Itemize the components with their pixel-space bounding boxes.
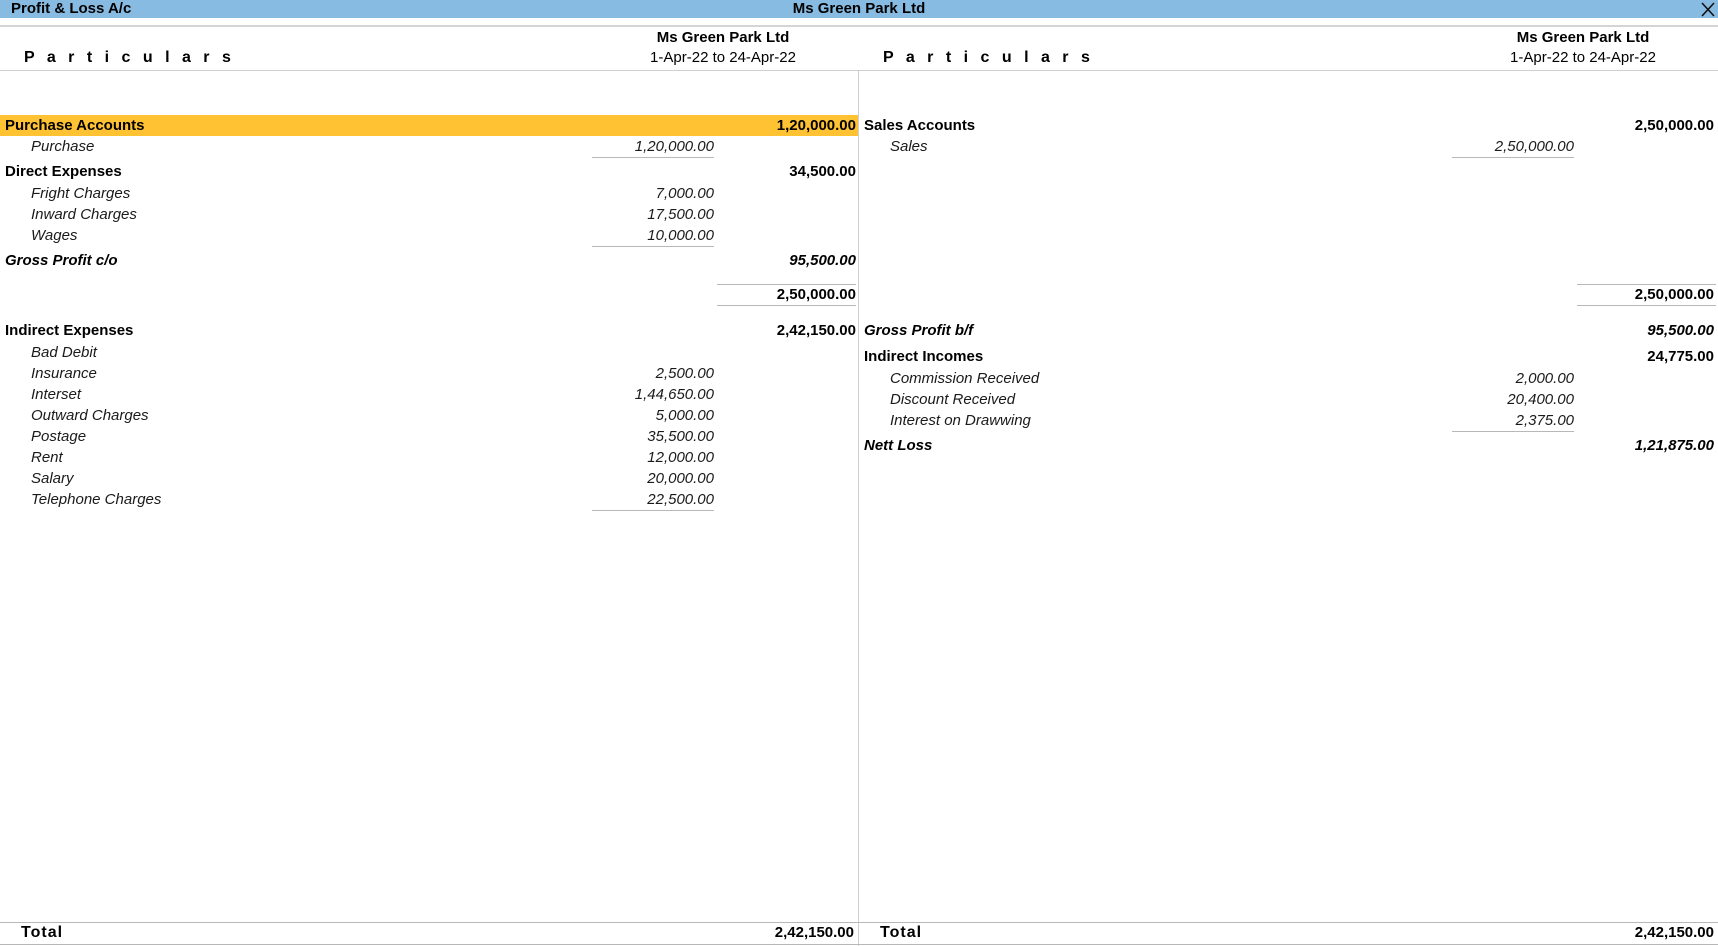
gross-profit-bf-row[interactable]: Gross Profit b/f 95,500.00 xyxy=(859,320,1718,341)
ledger-row[interactable]: Telephone Charges 22,500.00 xyxy=(0,489,858,511)
ledger-amount: 2,500.00 xyxy=(655,365,714,382)
ledger-row[interactable]: Sales 2,50,000.00 xyxy=(859,136,1718,158)
ledger-row[interactable]: Purchase 1,20,000.00 xyxy=(0,136,858,158)
ledger-row[interactable]: Insurance 2,500.00 xyxy=(0,363,858,384)
ledger-row[interactable]: Rent 12,000.00 xyxy=(0,447,858,468)
group-label: Purchase Accounts xyxy=(5,117,145,134)
ledger-amount: 2,375.00 xyxy=(1452,410,1574,432)
ledger-amount: 1,20,000.00 xyxy=(592,136,714,158)
group-row-indirect-expenses[interactable]: Indirect Expenses 2,42,150.00 xyxy=(0,320,858,341)
ledger-label: Wages xyxy=(31,227,78,244)
ledger-label: Bad Debit xyxy=(31,344,97,361)
total-amount-right: 2,42,150.00 xyxy=(1634,924,1714,941)
ledger-amount: 5,000.00 xyxy=(655,407,714,424)
particulars-header-right: P a r t i c u l a r s xyxy=(883,49,1094,66)
group-row-purchase-accounts[interactable]: Purchase Accounts 1,20,000.00 xyxy=(0,115,858,136)
group-row-sales-accounts[interactable]: Sales Accounts 2,50,000.00 xyxy=(859,115,1718,136)
ledger-label: Postage xyxy=(31,428,87,445)
close-icon[interactable] xyxy=(1700,0,1716,18)
group-amount: 2,42,150.00 xyxy=(776,322,856,339)
ledger-label: Commission Received xyxy=(890,370,1040,387)
ledger-label: Discount Received xyxy=(890,391,1016,408)
group-row-direct-expenses[interactable]: Direct Expenses 34,500.00 xyxy=(0,161,858,182)
ledger-amount: 20,400.00 xyxy=(1507,391,1574,408)
nett-loss-row[interactable]: Nett Loss 1,21,875.00 xyxy=(859,435,1718,456)
ledger-amount: 35,500.00 xyxy=(647,428,714,445)
total-amount-left: 2,42,150.00 xyxy=(774,924,854,941)
ledger-row[interactable]: Outward Charges 5,000.00 xyxy=(0,405,858,426)
ledger-amount: 10,000.00 xyxy=(592,225,714,247)
company-header-right: Ms Green Park Ltd xyxy=(1516,29,1650,46)
group-label: Direct Expenses xyxy=(5,163,122,180)
subtotal-row-right: 2,50,000.00 xyxy=(859,284,1718,305)
gross-profit-bf-label: Gross Profit b/f xyxy=(864,322,974,339)
ledger-amount: 2,000.00 xyxy=(1515,370,1574,387)
group-label: Sales Accounts xyxy=(864,117,976,134)
ledger-row[interactable]: Salary 20,000.00 xyxy=(0,468,858,489)
ledger-label: Interest on Drawwing xyxy=(890,412,1031,429)
group-row-indirect-incomes[interactable]: Indirect Incomes 24,775.00 xyxy=(859,346,1718,367)
footer-divider-bottom xyxy=(0,944,1718,945)
gross-profit-co-row[interactable]: Gross Profit c/o 95,500.00 xyxy=(0,250,858,271)
ledger-row[interactable]: Interset 1,44,650.00 xyxy=(0,384,858,405)
group-amount: 2,50,000.00 xyxy=(1634,117,1714,134)
company-title: Ms Green Park Ltd xyxy=(792,0,926,17)
ledger-row[interactable]: Fright Charges 7,000.00 xyxy=(0,183,858,204)
ledger-amount: 12,000.00 xyxy=(647,449,714,466)
ledger-amount: 17,500.00 xyxy=(647,206,714,223)
ledger-label: Sales xyxy=(890,138,928,155)
group-amount: 1,20,000.00 xyxy=(776,117,856,134)
nett-loss-label: Nett Loss xyxy=(864,437,933,454)
subtotal-line-bottom xyxy=(1577,305,1716,306)
period-header-left: 1-Apr-22 to 24-Apr-22 xyxy=(650,49,796,66)
ledger-label: Fright Charges xyxy=(31,185,131,202)
ledger-row[interactable]: Commission Received 2,000.00 xyxy=(859,368,1718,389)
group-amount: 34,500.00 xyxy=(789,163,856,180)
total-label-right: Total xyxy=(880,924,923,941)
ledger-row[interactable]: Postage 35,500.00 xyxy=(0,426,858,447)
title-bar: Profit & Loss A/c Ms Green Park Ltd xyxy=(0,0,1718,18)
ledger-label: Outward Charges xyxy=(31,407,149,424)
nett-loss-amount: 1,21,875.00 xyxy=(1634,437,1714,454)
divider xyxy=(0,25,1718,27)
ledger-row[interactable]: Inward Charges 17,500.00 xyxy=(0,204,858,225)
company-header-left: Ms Green Park Ltd xyxy=(656,29,790,46)
group-label: Indirect Incomes xyxy=(864,348,984,365)
ledger-label: Telephone Charges xyxy=(31,491,162,508)
ledger-amount: 7,000.00 xyxy=(655,185,714,202)
subtotal-row-left: 2,50,000.00 xyxy=(0,284,858,305)
period-header-right: 1-Apr-22 to 24-Apr-22 xyxy=(1510,49,1656,66)
particulars-header-left: P a r t i c u l a r s xyxy=(24,49,235,66)
column-divider xyxy=(858,70,859,946)
ledger-row[interactable]: Interest on Drawwing 2,375.00 xyxy=(859,410,1718,432)
ledger-label: Inward Charges xyxy=(31,206,137,223)
ledger-amount: 20,000.00 xyxy=(647,470,714,487)
ledger-row[interactable]: Discount Received 20,400.00 xyxy=(859,389,1718,410)
ledger-row[interactable]: Wages 10,000.00 xyxy=(0,225,858,247)
ledger-label: Purchase xyxy=(31,138,95,155)
header-divider xyxy=(0,70,1718,71)
subtotal-amount: 2,50,000.00 xyxy=(776,286,856,303)
gross-profit-bf-amount: 95,500.00 xyxy=(1647,322,1714,339)
ledger-label: Salary xyxy=(31,470,74,487)
group-amount: 24,775.00 xyxy=(1647,348,1714,365)
footer-divider-top xyxy=(0,922,1718,923)
group-label: Indirect Expenses xyxy=(5,322,134,339)
subtotal-line-bottom xyxy=(717,305,856,306)
subtotal-amount: 2,50,000.00 xyxy=(1634,286,1714,303)
ledger-amount: 2,50,000.00 xyxy=(1452,136,1574,158)
gross-profit-co-label: Gross Profit c/o xyxy=(5,252,118,269)
ledger-amount: 1,44,650.00 xyxy=(634,386,714,403)
ledger-amount: 22,500.00 xyxy=(592,489,714,511)
ledger-label: Rent xyxy=(31,449,63,466)
ledger-label: Interset xyxy=(31,386,82,403)
gross-profit-co-amount: 95,500.00 xyxy=(789,252,856,269)
ledger-label: Insurance xyxy=(31,365,97,382)
ledger-row[interactable]: Bad Debit xyxy=(0,342,858,363)
total-label-left: Total xyxy=(21,924,64,941)
